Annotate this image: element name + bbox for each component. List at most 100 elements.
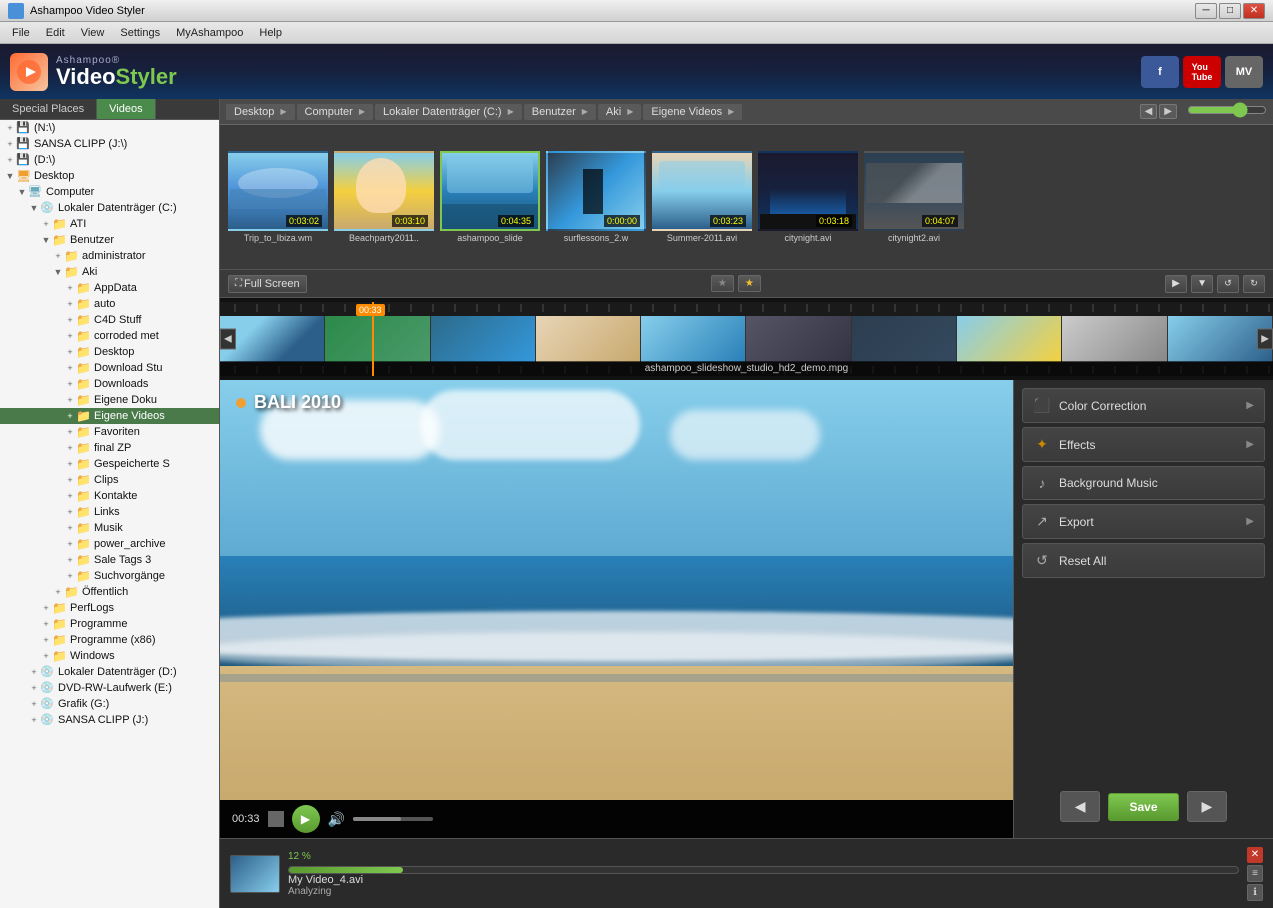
- breadcrumb-fwd-btn[interactable]: ▶: [1159, 104, 1177, 119]
- save-button[interactable]: Save: [1108, 793, 1178, 821]
- tree-benutzer[interactable]: ▼ 📁 Benutzer: [0, 232, 219, 248]
- rotate-right-button[interactable]: ↻: [1243, 275, 1265, 293]
- tree-favoriten[interactable]: + 📁 Favoriten: [0, 424, 219, 440]
- menu-settings[interactable]: Settings: [112, 25, 168, 41]
- breadcrumb-aki[interactable]: Aki: [598, 104, 641, 120]
- favorite-active-button[interactable]: ★: [738, 275, 761, 292]
- breadcrumb-lokaler[interactable]: Lokaler Datenträger (C:): [375, 104, 522, 120]
- tree-auto[interactable]: + 📁 auto: [0, 296, 219, 312]
- fullscreen-button[interactable]: ⛶ Full Screen: [228, 275, 307, 293]
- tree-desktop2[interactable]: + 📁 Desktop: [0, 344, 219, 360]
- file-tree[interactable]: + 💾 (N:\) + 💾 SANSA CLIPP (J:\) + 💾 (D:\…: [0, 120, 219, 908]
- thumbnail-summer[interactable]: 0:03:23 Summer-2011.avi: [652, 151, 752, 243]
- tree-appdata[interactable]: + 📁 AppData: [0, 280, 219, 296]
- tree-programme-x86[interactable]: + 📁 Programme (x86): [0, 632, 219, 648]
- tree-kontakte[interactable]: + 📁 Kontakte: [0, 488, 219, 504]
- tree-perflogs[interactable]: + 📁 PerfLogs: [0, 600, 219, 616]
- reset-all-button[interactable]: ↺ Reset All: [1022, 543, 1265, 578]
- timeline-arrow-right[interactable]: ▶: [1257, 329, 1273, 350]
- tree-grafik[interactable]: + 💿 Grafik (G:): [0, 696, 219, 712]
- volume-slider[interactable]: [353, 817, 433, 821]
- expand-icon: +: [64, 411, 76, 421]
- tree-computer[interactable]: ▼ 🖥 Computer: [0, 184, 219, 200]
- tree-windows[interactable]: + 📁 Windows: [0, 648, 219, 664]
- minimize-button[interactable]: ─: [1195, 3, 1217, 19]
- tree-links[interactable]: + 📁 Links: [0, 504, 219, 520]
- thumbnail-ashampoo[interactable]: 0:04:35 ashampoo_slide: [440, 151, 540, 243]
- task-icon-btn2[interactable]: ℹ: [1247, 884, 1263, 901]
- tree-administrator[interactable]: + 📁 administrator: [0, 248, 219, 264]
- tree-clips[interactable]: + 📁 Clips: [0, 472, 219, 488]
- effects-button[interactable]: ✦ Effects ▶: [1022, 427, 1265, 462]
- tree-downloads[interactable]: + 📁 Downloads: [0, 376, 219, 392]
- facebook-button[interactable]: f: [1141, 56, 1179, 88]
- breadcrumb-desktop[interactable]: Desktop: [226, 104, 295, 120]
- playhead[interactable]: 00:33: [372, 302, 374, 376]
- tree-ati[interactable]: + 📁 ATI: [0, 216, 219, 232]
- background-music-button[interactable]: ♪ Background Music: [1022, 466, 1265, 500]
- thumbnail-citynight[interactable]: 0:03:18 citynight.avi: [758, 151, 858, 243]
- youtube-button[interactable]: YouTube: [1183, 56, 1221, 88]
- tree-lokaler-c[interactable]: ▼ 💿 Lokaler Datenträger (C:): [0, 200, 219, 216]
- tab-special-places[interactable]: Special Places: [0, 99, 97, 119]
- drive-j[interactable]: + 💾 SANSA CLIPP (J:\): [0, 136, 219, 152]
- thumbnail-beachparty[interactable]: 0:03:10 Beachparty2011..: [334, 151, 434, 243]
- export-button[interactable]: ↗ Export ▶: [1022, 504, 1265, 539]
- tree-dvd[interactable]: + 💿 DVD-RW-Laufwerk (E:): [0, 680, 219, 696]
- breadcrumb-eigenevideos[interactable]: Eigene Videos: [643, 104, 742, 120]
- favorite-button[interactable]: ★: [711, 275, 734, 292]
- tree-programme[interactable]: + 📁 Programme: [0, 616, 219, 632]
- task-close-button[interactable]: ✕: [1247, 847, 1263, 863]
- tree-sansa-j[interactable]: + 💿 SANSA CLIPP (J:): [0, 712, 219, 728]
- menu-help[interactable]: Help: [251, 25, 290, 41]
- expand-icon: +: [64, 491, 76, 501]
- tree-musik[interactable]: + 📁 Musik: [0, 520, 219, 536]
- play-button[interactable]: ▶: [292, 805, 320, 833]
- volume-icon[interactable]: 🔊: [328, 811, 345, 828]
- color-correction-button[interactable]: ⬛ Color Correction ▶: [1022, 388, 1265, 423]
- tree-desktop[interactable]: ▼ 🖥 Desktop: [0, 168, 219, 184]
- tree-c4d[interactable]: + 📁 C4D Stuff: [0, 312, 219, 328]
- tree-finalzp[interactable]: + 📁 final ZP: [0, 440, 219, 456]
- timeline-arrow-left[interactable]: ◀: [220, 329, 236, 350]
- menu-file[interactable]: File: [4, 25, 38, 41]
- nav-forward-button[interactable]: ▶: [1187, 791, 1228, 822]
- breadcrumb-benutzer[interactable]: Benutzer: [524, 104, 596, 120]
- tree-eigenedoku[interactable]: + 📁 Eigene Doku: [0, 392, 219, 408]
- thumbnail-trip-ibiza[interactable]: 0:03:02 Trip_to_Ibiza.wm: [228, 151, 328, 243]
- tree-offentlich[interactable]: + 📁 Öffentlich: [0, 584, 219, 600]
- tree-downloadstu[interactable]: + 📁 Download Stu: [0, 360, 219, 376]
- thumbnail-citynight2[interactable]: 0:04:07 citynight2.avi: [864, 151, 964, 243]
- film-strip[interactable]: 00:33 ◀ ▶ ashampoo_slideshow_studio_hd2_…: [220, 298, 1273, 380]
- tree-corroded[interactable]: + 📁 corroded met: [0, 328, 219, 344]
- tree-eigenevideos[interactable]: + 📁 Eigene Videos: [0, 408, 219, 424]
- thumbnail-surf[interactable]: 0:00:00 surflessons_2.w: [546, 151, 646, 243]
- tree-power[interactable]: + 📁 power_archive: [0, 536, 219, 552]
- maximize-button[interactable]: □: [1219, 3, 1241, 19]
- menu-edit[interactable]: Edit: [38, 25, 73, 41]
- play-button[interactable]: ▶: [1165, 275, 1187, 293]
- tree-lokaler-d[interactable]: + 💿 Lokaler Datenträger (D:): [0, 664, 219, 680]
- folder-icon: 📁: [52, 617, 68, 631]
- mv-button[interactable]: MV: [1225, 56, 1263, 88]
- zoom-slider[interactable]: [1187, 104, 1267, 116]
- drive-n[interactable]: + 💾 (N:\): [0, 120, 219, 136]
- panel-spacer: [1022, 582, 1265, 779]
- rotate-left-button[interactable]: ↺: [1217, 275, 1239, 293]
- expand-icon: +: [64, 459, 76, 469]
- drive-d[interactable]: + 💾 (D:\): [0, 152, 219, 168]
- stop-button[interactable]: [268, 811, 284, 827]
- nav-back-button[interactable]: ◀: [1060, 791, 1101, 822]
- tab-videos[interactable]: Videos: [97, 99, 155, 119]
- tree-suchvorgange[interactable]: + 📁 Suchvorgänge: [0, 568, 219, 584]
- menu-myashampoo[interactable]: MyAshampoo: [168, 25, 251, 41]
- down-button[interactable]: ▼: [1191, 275, 1213, 293]
- close-button[interactable]: ✕: [1243, 3, 1265, 19]
- tree-aki[interactable]: ▼ 📁 Aki: [0, 264, 219, 280]
- task-icon-btn1[interactable]: ≡: [1247, 865, 1263, 882]
- menu-view[interactable]: View: [73, 25, 113, 41]
- tree-saletags[interactable]: + 📁 Sale Tags 3: [0, 552, 219, 568]
- breadcrumb-back-btn[interactable]: ◀: [1140, 104, 1158, 119]
- tree-gespeicherte[interactable]: + 📁 Gespeicherte S: [0, 456, 219, 472]
- breadcrumb-computer[interactable]: Computer: [297, 104, 373, 120]
